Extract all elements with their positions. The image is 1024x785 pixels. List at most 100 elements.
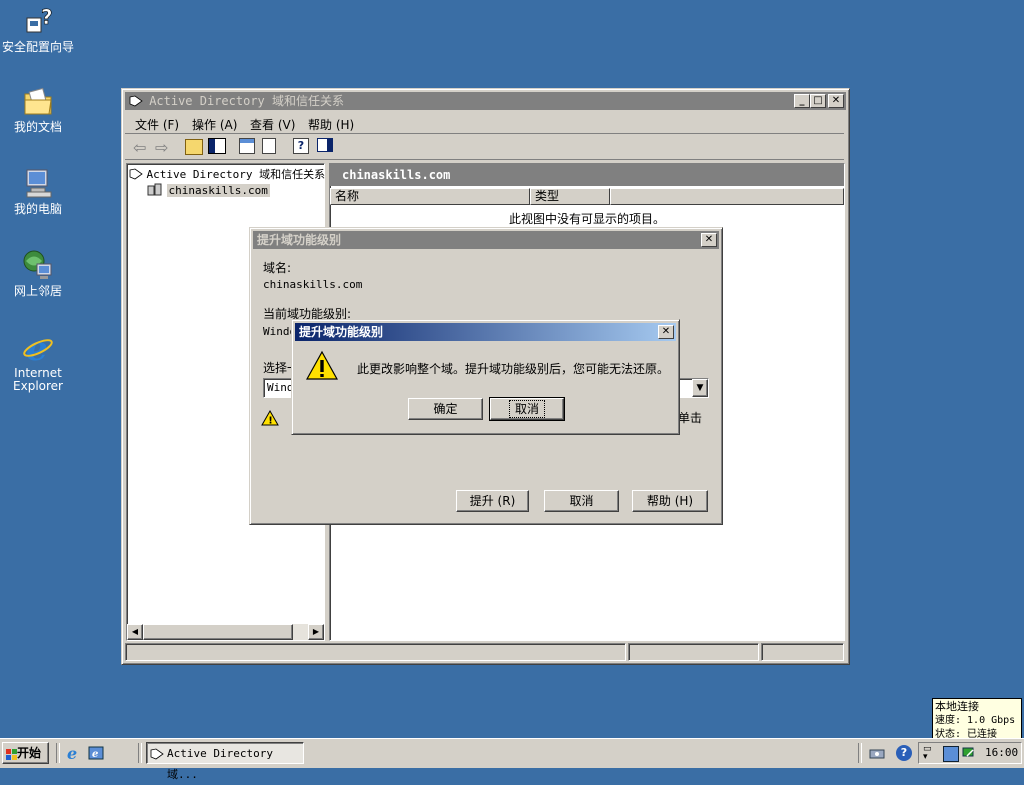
scroll-thumb[interactable] bbox=[143, 624, 293, 640]
show-hide-tree-icon[interactable] bbox=[208, 138, 226, 154]
security-wizard-icon: ? bbox=[21, 4, 55, 38]
confirm-ok-button[interactable]: 确定 bbox=[408, 398, 483, 420]
desktop-icon-security-wizard[interactable]: ? 安全配置向导 bbox=[0, 4, 76, 54]
quicklaunch-ie-icon[interactable]: e bbox=[65, 744, 81, 763]
quicklaunch-divider bbox=[56, 743, 60, 763]
start-label: 开始 bbox=[17, 746, 42, 760]
desktop-icon-label: 安全配置向导 bbox=[1, 40, 74, 54]
warning-icon bbox=[305, 350, 339, 382]
menu-file[interactable]: 文件 (F) bbox=[135, 116, 179, 133]
quicklaunch-desktop-icon[interactable]: e bbox=[88, 745, 104, 761]
tray-divider bbox=[858, 743, 862, 763]
empty-view-message: 此视图中没有可显示的项目。 bbox=[508, 212, 665, 226]
mmc-titlebar[interactable]: Active Directory 域和信任关系 _ □ ✕ bbox=[125, 92, 846, 110]
warning-small-icon: ! bbox=[261, 409, 279, 427]
action-pane-icon[interactable] bbox=[317, 138, 333, 152]
result-pane-header: chinaskills.com bbox=[330, 164, 844, 186]
tree-root-label: Active Directory 域和信任关系 bbox=[146, 168, 326, 181]
tray-help-icon[interactable]: ? bbox=[896, 745, 912, 761]
desktop-icon-internet-explorer[interactable]: e Internet Explorer bbox=[0, 329, 76, 393]
raise-dialog-title: 提升域功能级别 bbox=[257, 233, 342, 247]
folder-documents-icon bbox=[21, 84, 55, 118]
task-ad-icon bbox=[150, 746, 164, 760]
mmc-toolbar: ⇦ ⇨ ? bbox=[125, 135, 844, 160]
minimize-button[interactable]: _ bbox=[794, 94, 810, 108]
tray-lan-connection-icon[interactable] bbox=[943, 746, 959, 762]
taskbar: 开始 e e Active Directory 域... ? ▭ ▾ 16:00 bbox=[0, 738, 1024, 781]
desktop-icon-label: 我的文档 bbox=[13, 120, 62, 134]
menu-action[interactable]: 操作 (A) bbox=[192, 116, 237, 133]
network-tooltip: 本地连接 速度: 1.0 Gbps 状态: 已连接 bbox=[932, 698, 1022, 742]
raise-dialog-close-button[interactable]: ✕ bbox=[701, 233, 717, 247]
column-header-filler bbox=[610, 188, 844, 205]
desktop-icon-label: 我的电脑 bbox=[13, 202, 62, 216]
confirm-dialog-titlebar[interactable]: 提升域功能级别 ✕ bbox=[295, 323, 676, 341]
raise-button[interactable]: 提升 (R) bbox=[456, 490, 529, 512]
mmc-title-icon bbox=[129, 94, 143, 107]
column-header-name[interactable]: 名称 bbox=[330, 188, 530, 205]
task-ad-label: Active Directory 域... bbox=[167, 747, 273, 781]
tray-expand-icon[interactable]: ▭ ▾ bbox=[923, 745, 935, 762]
confirm-dialog-title: 提升域功能级别 bbox=[299, 325, 384, 339]
domain-name-label: 域名: bbox=[263, 261, 292, 275]
column-type-label: 类型 bbox=[535, 189, 560, 203]
scroll-left-button[interactable]: ◀ bbox=[127, 624, 143, 640]
tray-clock[interactable]: 16:00 bbox=[985, 746, 1018, 759]
desktop-icon-network-places[interactable]: 网上邻居 bbox=[0, 248, 76, 298]
confirm-message: 此更改影响整个域。提升域功能级别后，您可能无法还原。 bbox=[357, 362, 670, 376]
status-bar bbox=[125, 643, 844, 661]
taskbar-task-ad[interactable]: Active Directory 域... bbox=[146, 742, 304, 781]
confirm-cancel-label: 取消 bbox=[508, 400, 546, 418]
confirm-ok-label: 确定 bbox=[433, 402, 458, 416]
raise-help-button-label: 帮助 (H) bbox=[646, 494, 694, 508]
back-arrow-icon[interactable]: ⇦ bbox=[133, 138, 146, 157]
close-button[interactable]: ✕ bbox=[828, 94, 844, 108]
tree-hscrollbar[interactable]: ◀ ▶ bbox=[127, 624, 324, 640]
raise-dialog-titlebar[interactable]: 提升域功能级别 ✕ bbox=[253, 231, 719, 249]
desktop-icon-my-documents[interactable]: 我的文档 bbox=[0, 84, 76, 134]
column-name-label: 名称 bbox=[335, 189, 360, 203]
tree-domain-label: chinaskills.com bbox=[166, 184, 270, 197]
forward-arrow-icon[interactable]: ⇨ bbox=[155, 138, 168, 157]
result-pane-title: chinaskills.com bbox=[342, 168, 451, 182]
domain-name-value: chinaskills.com bbox=[263, 278, 363, 291]
start-button[interactable]: 开始 bbox=[2, 742, 49, 764]
help-icon[interactable]: ? bbox=[293, 138, 309, 154]
status-panel-2 bbox=[628, 643, 759, 661]
computer-icon bbox=[21, 166, 55, 200]
tray-flag-icon[interactable] bbox=[961, 746, 977, 760]
tray-area: ▭ ▾ 16:00 bbox=[918, 742, 1022, 764]
confirm-cancel-button[interactable]: 取消 bbox=[489, 397, 565, 421]
network-places-icon bbox=[21, 248, 55, 282]
up-folder-icon[interactable] bbox=[185, 139, 203, 155]
tree-root[interactable]: Active Directory 域和信任关系 bbox=[129, 166, 325, 182]
confirm-dialog-close-button[interactable]: ✕ bbox=[658, 325, 674, 339]
menu-help[interactable]: 帮助 (H) bbox=[308, 116, 354, 133]
status-panel-1 bbox=[125, 643, 626, 661]
properties-icon[interactable] bbox=[239, 138, 255, 154]
export-list-icon[interactable] bbox=[262, 138, 276, 154]
desktop-icon-my-computer[interactable]: 我的电脑 bbox=[0, 166, 76, 216]
svg-text:e: e bbox=[67, 745, 77, 761]
tree-domain-item[interactable]: chinaskills.com bbox=[147, 183, 270, 197]
raise-cancel-button[interactable]: 取消 bbox=[544, 490, 619, 512]
svg-text:!: ! bbox=[268, 416, 273, 427]
ad-domains-trusts-icon bbox=[129, 168, 143, 180]
tooltip-line-2: 速度: 1.0 Gbps bbox=[935, 715, 1016, 726]
taskbar-divider bbox=[138, 743, 142, 763]
raise-help-button[interactable]: 帮助 (H) bbox=[632, 490, 708, 512]
maximize-button[interactable]: □ bbox=[810, 94, 826, 108]
level-select-dropdown-button[interactable]: ▼ bbox=[692, 379, 708, 397]
tray-network-setup-icon[interactable] bbox=[868, 745, 886, 761]
svg-text:?: ? bbox=[41, 5, 53, 29]
menu-view[interactable]: 查看 (V) bbox=[250, 116, 295, 133]
raise-hint-text: 单击 bbox=[678, 411, 703, 425]
desktop-icon-label: 网上邻居 bbox=[13, 284, 62, 298]
tooltip-line-1: 本地连接 bbox=[935, 700, 979, 713]
mmc-menubar: 文件 (F) 操作 (A) 查看 (V) 帮助 (H) bbox=[125, 113, 844, 134]
scroll-right-button[interactable]: ▶ bbox=[308, 624, 324, 640]
status-panel-3 bbox=[761, 643, 844, 661]
column-header-type[interactable]: 类型 bbox=[530, 188, 610, 205]
svg-text:e: e bbox=[92, 749, 98, 760]
domain-icon bbox=[147, 183, 163, 196]
